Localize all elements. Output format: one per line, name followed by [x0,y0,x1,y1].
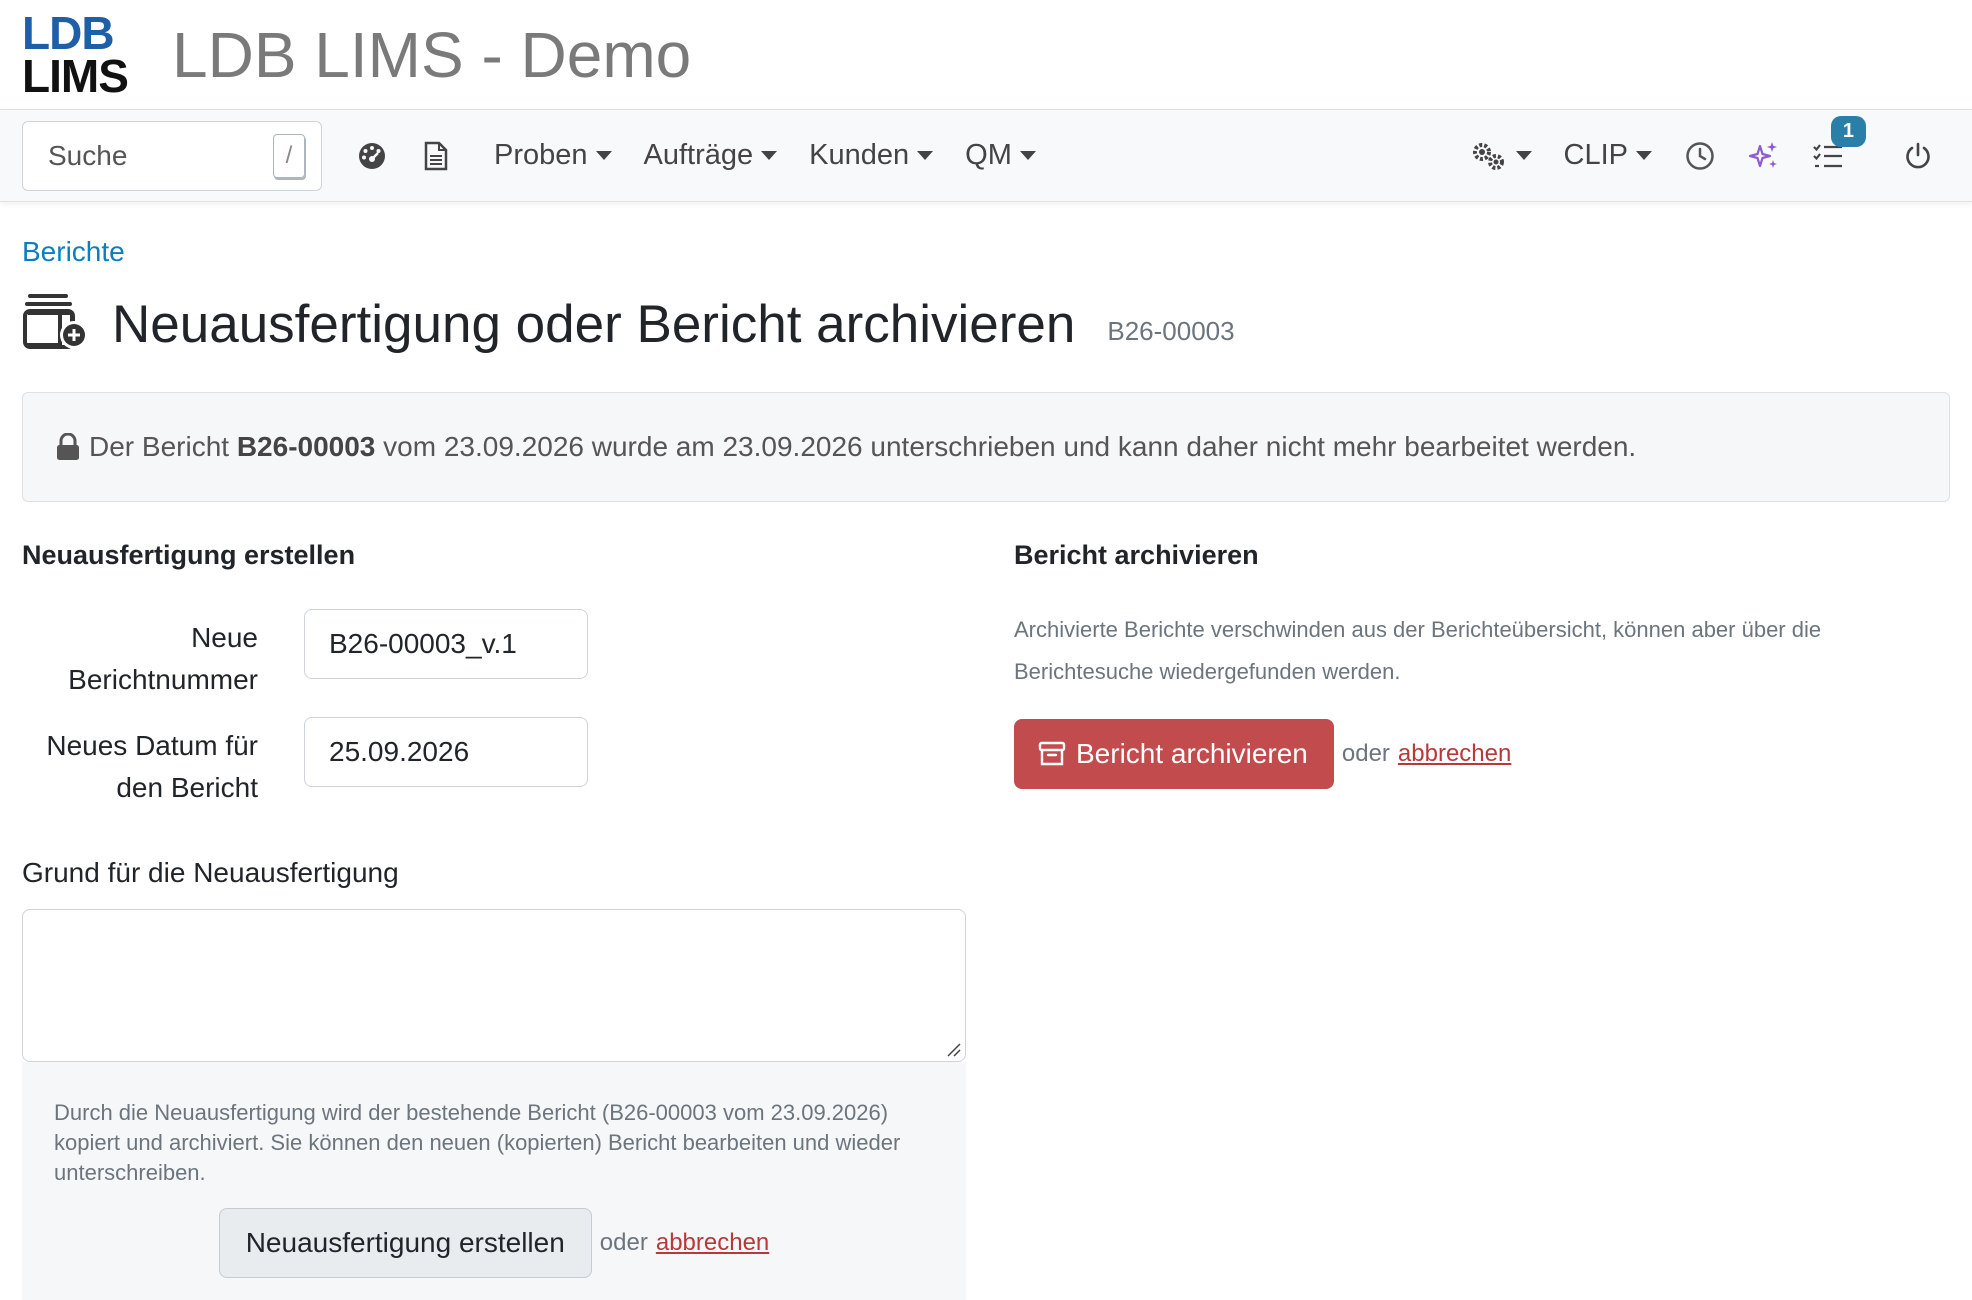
cancel-link[interactable]: abbrechen [1398,740,1511,768]
new-edition-actions: Neuausfertigung erstellen oder abbrechen [54,1208,934,1278]
caret-down-icon [1636,151,1652,160]
new-date-label: Neues Datum für den Bericht [46,730,258,803]
main-navbar: Suche / Proben Aufträge Kunden QM CLIP 1 [0,110,1972,202]
nav-menu-proben[interactable]: Proben [478,139,628,172]
archive-actions: Bericht archivieren oder abbrechen [1014,719,1950,789]
clip-label: CLIP [1563,139,1628,171]
app-header: LDB LIMS LDB LIMS - Demo [0,0,1972,110]
caret-down-icon [1515,151,1532,160]
alert-report-number: B26-00003 [236,431,376,462]
dashboard-icon[interactable] [340,124,404,188]
report-id-label: B26-00003 [1107,315,1235,346]
cancel-link[interactable]: abbrechen [656,1228,769,1258]
new-number-label: Neue Berichtnummer [68,622,258,695]
alert-suffix: vom 23.09.2026 wurde am 23.09.2026 unter… [383,431,1637,462]
tasks-badge: 1 [1830,115,1866,147]
document-icon[interactable] [404,124,468,188]
caret-down-icon [917,151,934,160]
alert-prefix: Der Bericht [89,431,230,462]
or-text: oder [599,1229,648,1256]
reason-textarea[interactable] [22,909,966,1062]
new-edition-info: Durch die Neuausfertigung wird der beste… [54,1100,901,1185]
nav-menu-qm[interactable]: QM [949,139,1052,172]
page-header: Neuausfertigung oder Bericht archivieren… [22,286,1950,362]
search-input[interactable]: Suche / [22,120,322,191]
action-columns: Neuausfertigung erstellen Neue Berichtnu… [22,540,1950,1300]
breadcrumb-link-berichte[interactable]: Berichte [22,236,125,267]
gears-icon [1472,142,1504,170]
breadcrumb: Berichte [22,236,1950,268]
new-edition-section: Neuausfertigung erstellen Neue Berichtnu… [22,540,966,1300]
logo-line-2: LIMS [22,49,129,102]
archive-description: Archivierte Berichte verschwinden aus de… [1014,617,1822,684]
tasks-icon[interactable]: 1 [1796,115,1866,188]
new-edition-footer: Durch die Neuausfertigung wird der beste… [22,1062,966,1300]
nav-menu-label: QM [965,139,1012,171]
settings-menu[interactable] [1454,140,1548,172]
page-content: Berichte Neuausfertigung oder Bericht ar… [0,236,1972,1300]
search-placeholder: Suche [48,139,128,171]
clip-menu[interactable]: CLIP [1548,139,1668,172]
archive-button-label: Bericht archivieren [1076,738,1308,769]
clock-icon[interactable] [1668,124,1732,188]
new-edition-heading: Neuausfertigung erstellen [22,540,356,570]
caret-down-icon [595,151,612,160]
new-date-input[interactable]: 25.09.2026 [304,717,588,787]
app-title: LDB LIMS - Demo [172,18,692,91]
page-title: Neuausfertigung oder Bericht archivieren [112,294,1076,354]
search-shortcut-key: / [273,133,305,178]
create-new-edition-button[interactable]: Neuausfertigung erstellen [218,1208,592,1278]
nav-menu-kunden[interactable]: Kunden [793,139,949,172]
nav-menu-label: Kunden [809,139,910,171]
logo-line-1: LDB [22,7,115,60]
nav-menu-label: Aufträge [643,139,754,171]
nav-menu-label: Proben [494,139,588,171]
report-archive-add-icon [22,293,90,356]
new-number-row: Neue Berichtnummer B26-00003_v.1 [22,609,966,701]
resize-handle-icon[interactable] [945,1041,961,1057]
new-date-row: Neues Datum für den Bericht 25.09.2026 [22,717,966,809]
power-icon[interactable] [1886,124,1950,188]
caret-down-icon [1019,151,1036,160]
archive-heading: Bericht archivieren [1014,540,1259,570]
archive-report-button[interactable]: Bericht archivieren [1014,719,1334,789]
or-text: oder [1341,740,1390,767]
archive-section: Bericht archivieren Archivierte Berichte… [1014,540,1950,1300]
archive-box-icon [1038,741,1066,766]
lock-icon [55,433,81,461]
nav-menu-auftraege[interactable]: Aufträge [628,139,794,172]
sparkles-icon[interactable] [1732,124,1796,188]
locked-report-alert: Der Bericht B26-00003 vom 23.09.2026 wur… [22,392,1950,502]
caret-down-icon [761,151,778,160]
app-logo[interactable]: LDB LIMS [22,7,129,102]
reason-label: Grund für die Neuausfertigung [22,857,399,888]
new-number-input[interactable]: B26-00003_v.1 [304,609,588,679]
